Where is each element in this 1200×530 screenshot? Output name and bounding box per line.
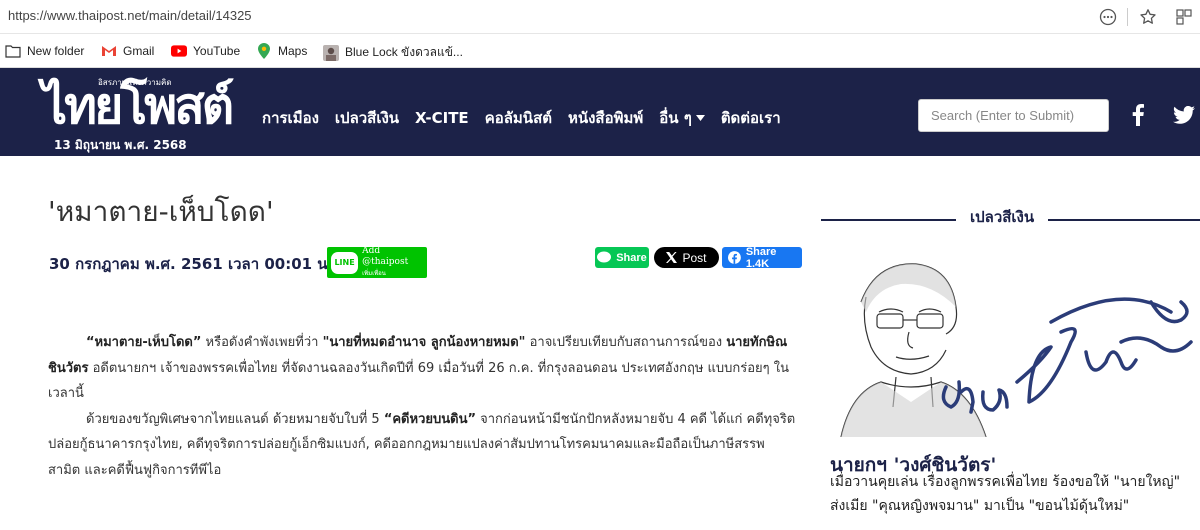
paragraph-text: อดีตนายกฯ เจ้าของพรรคเพื่อไทย ที่จัดงานฉ… xyxy=(48,360,790,402)
line-add-text: Add @thaipost เพิ่มเพื่อน xyxy=(362,246,427,279)
logo-tagline: อิสรภาพแห่งความคิด xyxy=(98,78,172,87)
bookmark-star-icon[interactable] xyxy=(1136,5,1160,29)
nav-item-newspaper[interactable]: หนังสือพิมพ์ xyxy=(568,106,643,130)
site-header: ไทยโพสต์ อิสรภาพแห่งความคิด 13 มิถุนายน … xyxy=(0,68,1200,156)
nav-item-columnist[interactable]: คอลัมนิสต์ xyxy=(485,106,552,130)
bookmarks-bar: New folder Gmail YouTube Maps Blue Lock … xyxy=(0,34,1200,68)
paragraph-text: ด้วยของขวัญพิเศษจากไทยแลนด์ ด้วยหมายจับใ… xyxy=(86,411,384,427)
nav-item-x-cite[interactable]: X-CITE xyxy=(415,106,469,130)
bold-quote: “คดีหวยบนดิน” xyxy=(383,411,476,427)
nav-item-plaew-si-ngoen[interactable]: เปลวสีเงิน xyxy=(335,106,399,130)
sidebar-summary: เมื่อวานคุยเล่น เรื่องลูกพรรคเพื่อไทย ร้… xyxy=(830,474,1181,514)
toolbar-divider xyxy=(1127,8,1128,26)
facebook-share-button[interactable]: Share 1.4K xyxy=(722,247,802,268)
article-paragraph: ด้วยของขวัญพิเศษจากไทยแลนด์ ด้วยหมายจับใ… xyxy=(48,407,796,484)
bookmark-label: Blue Lock ขังดวลแข้... xyxy=(345,45,463,59)
x-logo-icon xyxy=(666,252,678,263)
plaew-si-ngoen-signature xyxy=(941,297,1193,414)
gmail-icon xyxy=(101,43,117,59)
bookmark-label: New folder xyxy=(27,44,85,58)
bookmark-label: Maps xyxy=(278,44,308,58)
nav-item-others[interactable]: อื่น ๆ xyxy=(659,106,705,130)
main-nav: การเมือง เปลวสีเงิน X-CITE คอลัมนิสต์ หน… xyxy=(262,106,781,130)
nav-item-contact[interactable]: ติดต่อเรา xyxy=(721,106,781,130)
bluelock-icon xyxy=(323,44,339,61)
paragraph-text: หรือดังคำพังเพยที่ว่า xyxy=(201,335,323,350)
x-post-label: Post xyxy=(682,250,707,265)
line-add-label: Add @thaipost xyxy=(362,246,409,267)
facebook-share-icon xyxy=(728,251,741,264)
bookmark-youtube[interactable]: YouTube xyxy=(171,43,240,59)
bookmark-label: YouTube xyxy=(193,44,241,58)
bookmark-gmail[interactable]: Gmail xyxy=(101,43,154,59)
extensions-icon[interactable] xyxy=(1172,5,1196,29)
bold-quote: "นายที่หมดอำนาจ ลูกน้องหายหมด" xyxy=(322,335,526,350)
thaipost-logo[interactable]: ไทยโพสต์ อิสรภาพแห่งความคิด 13 มิถุนายน … xyxy=(42,76,247,152)
article-title: 'หมาตาย-เห็บโดด' xyxy=(48,195,274,228)
maps-icon xyxy=(256,43,272,59)
bookmark-bluelock[interactable]: Blue Lock ขังดวลแข้... xyxy=(323,43,463,62)
bookmark-label: Gmail xyxy=(123,44,155,58)
sidebar-heading: เปลวสีเงิน xyxy=(956,205,1049,229)
line-share-icon xyxy=(597,251,612,263)
article-body: “หมาตาย-เห็บโดด” หรือดังคำพังเพยที่ว่า "… xyxy=(48,330,796,483)
column-banner-image[interactable] xyxy=(821,242,1200,438)
x-post-button[interactable]: Post xyxy=(654,247,719,268)
more-options-icon[interactable] xyxy=(1096,5,1120,29)
line-add-sub-label: เพิ่มเพื่อน xyxy=(362,270,386,277)
line-add-friend-button[interactable]: LINE Add @thaipost เพิ่มเพื่อน xyxy=(327,246,427,279)
header-date: 13 มิถุนายน พ.ศ. 2568 xyxy=(54,138,187,152)
folder-icon xyxy=(5,43,21,59)
facebook-icon[interactable] xyxy=(1126,103,1150,127)
nav-item-politics[interactable]: การเมือง xyxy=(262,106,319,130)
nav-item-others-label: อื่น ๆ xyxy=(659,109,692,127)
bookmark-new-folder[interactable]: New folder xyxy=(5,43,84,59)
browser-address-bar[interactable]: https://www.thaipost.net/main/detail/143… xyxy=(0,0,1200,34)
chevron-down-icon xyxy=(695,115,705,121)
search-input[interactable] xyxy=(918,99,1109,132)
article-date: 30 กรกฎาคม พ.ศ. 2561 เวลา 00:01 น. xyxy=(49,255,334,273)
line-share-label: Share xyxy=(616,251,647,264)
twitter-icon[interactable] xyxy=(1172,103,1196,127)
line-share-button[interactable]: Share xyxy=(595,247,649,268)
portrait-shading xyxy=(841,263,986,437)
paragraph-text: อาจเปรียบเทียบกับสถานการณ์ของ xyxy=(525,335,727,350)
facebook-share-label: Share 1.4K xyxy=(745,247,777,268)
line-icon: LINE xyxy=(331,251,359,274)
youtube-icon xyxy=(171,43,187,59)
url-text[interactable]: https://www.thaipost.net/main/detail/143… xyxy=(8,8,252,23)
article-paragraph: “หมาตาย-เห็บโดด” หรือดังคำพังเพยที่ว่า "… xyxy=(48,330,796,407)
bookmark-maps[interactable]: Maps xyxy=(256,43,307,59)
bold-quote: “หมาตาย-เห็บโดด” xyxy=(86,335,202,350)
